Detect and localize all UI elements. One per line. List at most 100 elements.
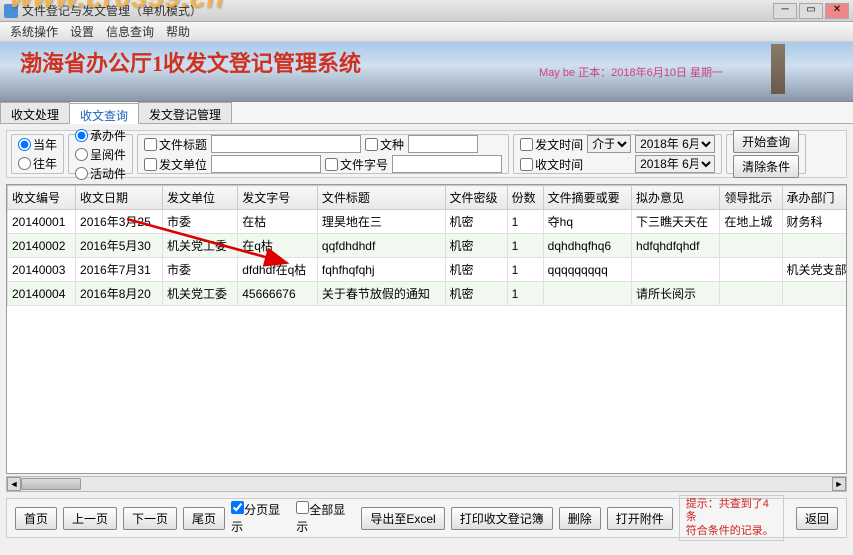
table-row[interactable]: 201400022016年5月30机关党工委在q枯qqfdhdhdf机密1dqh… bbox=[8, 234, 848, 258]
delete-button[interactable]: 删除 bbox=[559, 507, 601, 530]
results-table: 收文编号 收文日期 发文单位 发文字号 文件标题 文件密级 份数 文件摘要或要 … bbox=[7, 185, 847, 306]
check-all[interactable]: 全部显示 bbox=[296, 501, 355, 535]
result-hint: 提示：共查到了4条 符合条件的记录。 bbox=[679, 495, 784, 541]
col-unit[interactable]: 发文单位 bbox=[162, 186, 237, 210]
cell bbox=[720, 258, 782, 282]
minimize-button[interactable]: ─ bbox=[773, 3, 797, 19]
col-title[interactable]: 文件标题 bbox=[317, 186, 445, 210]
col-copies[interactable]: 份数 bbox=[507, 186, 543, 210]
cell: 1 bbox=[507, 210, 543, 234]
date-to[interactable]: 2018年 6月 bbox=[635, 155, 715, 173]
menu-query[interactable]: 信息查询 bbox=[100, 23, 160, 40]
radio-review[interactable]: 呈阅件 bbox=[75, 146, 126, 163]
cell: 20140001 bbox=[8, 210, 76, 234]
search-button[interactable]: 开始查询 bbox=[733, 130, 799, 153]
cell bbox=[720, 234, 782, 258]
action-group: 开始查询 清除条件 bbox=[726, 134, 806, 174]
cell: dfdhdf在q枯 bbox=[238, 258, 318, 282]
cell: 1 bbox=[507, 234, 543, 258]
check-paged[interactable]: 分页显示 bbox=[231, 501, 290, 535]
check-recv-time[interactable]: 收文时间 bbox=[520, 156, 583, 173]
scroll-left-icon[interactable]: ◄ bbox=[7, 477, 21, 491]
scroll-thumb[interactable] bbox=[21, 478, 81, 490]
app-title: 渤海省办公厅1收发文登记管理系统 bbox=[20, 46, 361, 78]
cell: 在地上城 bbox=[720, 210, 782, 234]
tab-process[interactable]: 收文处理 bbox=[0, 102, 70, 123]
last-page-button[interactable]: 尾页 bbox=[183, 507, 225, 530]
back-button[interactable]: 返回 bbox=[796, 507, 838, 530]
year-group: 当年 往年 bbox=[11, 134, 64, 174]
export-excel-button[interactable]: 导出至Excel bbox=[361, 507, 444, 530]
col-date[interactable]: 收文日期 bbox=[76, 186, 163, 210]
first-page-button[interactable]: 首页 bbox=[15, 507, 57, 530]
menubar: 系统操作 设置 信息查询 帮助 bbox=[0, 22, 853, 42]
cell: 2016年8月20 bbox=[76, 282, 163, 306]
banner: 渤海省办公厅1收发文登记管理系统 May be 正本：2018年6月10日 星期… bbox=[0, 42, 853, 102]
maximize-button[interactable]: ▭ bbox=[799, 3, 823, 19]
table-row[interactable]: 201400032016年7月31市委dfdhdf在q枯fqhfhqfqhj机密… bbox=[8, 258, 848, 282]
cell: 45666676 bbox=[238, 282, 318, 306]
menu-help[interactable]: 帮助 bbox=[160, 23, 196, 40]
col-docnum[interactable]: 发文字号 bbox=[238, 186, 318, 210]
cell: 机密 bbox=[445, 258, 507, 282]
col-id[interactable]: 收文编号 bbox=[8, 186, 76, 210]
cell: 20140002 bbox=[8, 234, 76, 258]
tab-dispatch[interactable]: 发文登记管理 bbox=[138, 102, 232, 123]
check-send-time[interactable]: 发文时间 bbox=[520, 136, 583, 153]
col-summary[interactable]: 文件摘要或要 bbox=[543, 186, 631, 210]
cell: 下三瞧天天在 bbox=[632, 210, 720, 234]
cell: 夺hq bbox=[543, 210, 631, 234]
cell: 20140003 bbox=[8, 258, 76, 282]
scroll-right-icon[interactable]: ► bbox=[832, 477, 846, 491]
radio-current-year[interactable]: 当年 bbox=[18, 136, 57, 153]
tower-image bbox=[763, 44, 793, 94]
input-num[interactable] bbox=[392, 155, 502, 173]
prev-page-button[interactable]: 上一页 bbox=[63, 507, 117, 530]
col-dept[interactable]: 承办部门 bbox=[782, 186, 847, 210]
attachment-button[interactable]: 打开附件 bbox=[607, 507, 673, 530]
radio-activity[interactable]: 活动件 bbox=[75, 165, 126, 182]
data-grid[interactable]: 收文编号 收文日期 发文单位 发文字号 文件标题 文件密级 份数 文件摘要或要 … bbox=[6, 184, 847, 474]
print-button[interactable]: 打印收文登记簿 bbox=[451, 507, 553, 530]
check-kind[interactable]: 文种 bbox=[365, 136, 404, 153]
cell: 在枯 bbox=[238, 210, 318, 234]
close-button[interactable]: ✕ bbox=[825, 3, 849, 19]
col-secret[interactable]: 文件密级 bbox=[445, 186, 507, 210]
cell: 机关党工委 bbox=[162, 234, 237, 258]
cell: 理昊地在三 bbox=[317, 210, 445, 234]
cell bbox=[720, 282, 782, 306]
cell: 在q枯 bbox=[238, 234, 318, 258]
date-from[interactable]: 2018年 6月 bbox=[635, 135, 715, 153]
col-leader[interactable]: 领导批示 bbox=[720, 186, 782, 210]
cell: fqhfhqfqhj bbox=[317, 258, 445, 282]
cell: dqhdhqfhq6 bbox=[543, 234, 631, 258]
tab-query[interactable]: 收文查询 bbox=[69, 103, 139, 124]
cell: 机密 bbox=[445, 234, 507, 258]
check-num[interactable]: 文件字号 bbox=[325, 156, 388, 173]
table-row[interactable]: 201400012016年3月25市委在枯理昊地在三机密1夺hq下三瞧天天在在地… bbox=[8, 210, 848, 234]
table-row[interactable]: 201400042016年8月20机关党工委45666676关于春节放假的通知机… bbox=[8, 282, 848, 306]
header-row: 收文编号 收文日期 发文单位 发文字号 文件标题 文件密级 份数 文件摘要或要 … bbox=[8, 186, 848, 210]
col-opinion[interactable]: 拟办意见 bbox=[632, 186, 720, 210]
menu-settings[interactable]: 设置 bbox=[64, 23, 100, 40]
next-page-button[interactable]: 下一页 bbox=[123, 507, 177, 530]
cell: 机关党支部 bbox=[782, 258, 847, 282]
input-unit[interactable] bbox=[211, 155, 321, 173]
menu-system[interactable]: 系统操作 bbox=[4, 23, 64, 40]
input-title[interactable] bbox=[211, 135, 361, 153]
cell bbox=[632, 258, 720, 282]
input-kind[interactable] bbox=[408, 135, 478, 153]
cell: hdfqhdfqhdf bbox=[632, 234, 720, 258]
cell: 机密 bbox=[445, 282, 507, 306]
horizontal-scrollbar[interactable]: ◄ ► bbox=[6, 476, 847, 492]
cell: 2016年3月25 bbox=[76, 210, 163, 234]
radio-undertake[interactable]: 承办件 bbox=[75, 127, 126, 144]
cell: 机密 bbox=[445, 210, 507, 234]
cell: 请所长阅示 bbox=[632, 282, 720, 306]
cell: qqfdhdhdf bbox=[317, 234, 445, 258]
clear-button[interactable]: 清除条件 bbox=[733, 155, 799, 178]
radio-past-year[interactable]: 往年 bbox=[18, 155, 57, 172]
between-select[interactable]: 介于 bbox=[587, 135, 631, 153]
check-unit[interactable]: 发文单位 bbox=[144, 156, 207, 173]
check-title[interactable]: 文件标题 bbox=[144, 136, 207, 153]
